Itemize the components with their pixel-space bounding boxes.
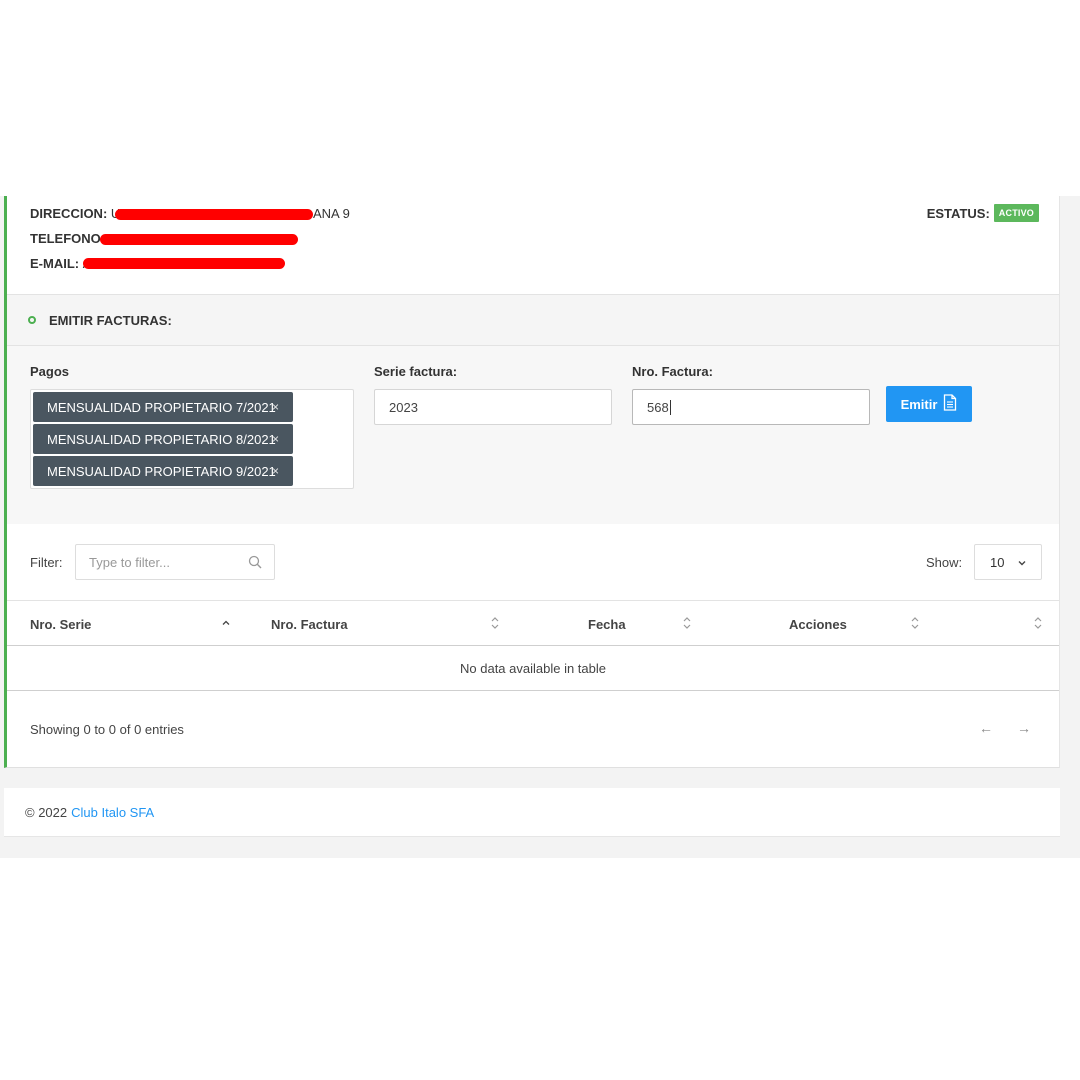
sort-both-icon[interactable] <box>910 615 920 634</box>
direccion-label: DIRECCION: <box>30 206 108 221</box>
sort-both-icon[interactable] <box>1033 615 1043 634</box>
remove-tag-icon[interactable]: × <box>272 432 279 446</box>
nro-factura-value: 568 <box>647 399 669 415</box>
status-badge: ACTIVO <box>993 204 1039 222</box>
pagos-multiselect[interactable]: MENSUALIDAD PROPIETARIO 7/2021 × MENSUAL… <box>30 389 354 489</box>
serie-value: 2023 <box>389 399 418 415</box>
serie-input[interactable]: 2023 <box>374 389 612 425</box>
filter-input[interactable]: Type to filter... <box>75 544 275 580</box>
next-page-button[interactable]: → <box>1017 720 1031 736</box>
client-card: DIRECCION: U ANA 9 TELEFONO: E-MAIL: A E… <box>4 196 1060 768</box>
redaction-mark <box>100 234 298 245</box>
emitir-section-header: EMITIR FACTURAS: <box>7 294 1059 346</box>
filter-label: Filter: <box>30 555 63 570</box>
sort-asc-icon[interactable] <box>221 615 231 634</box>
pago-tag: MENSUALIDAD PROPIETARIO 8/2021 × <box>33 424 293 454</box>
estatus-label: ESTATUS: <box>926 205 990 221</box>
remove-tag-icon[interactable]: × <box>272 400 279 414</box>
text-caret <box>669 399 671 415</box>
sort-both-icon[interactable] <box>682 615 692 634</box>
table-empty-row: No data available in table <box>7 646 1059 691</box>
filter-placeholder: Type to filter... <box>89 554 170 570</box>
direccion-suffix: ANA 9 <box>313 206 350 221</box>
column-header-nro-factura[interactable]: Nro. Factura <box>271 617 348 632</box>
table-header: Nro. Serie Nro. Factura Fecha Acciones <box>7 600 1059 646</box>
telefono-label: TELEFONO: <box>30 231 106 246</box>
page-size-value: 10 <box>990 554 1005 570</box>
search-icon <box>248 555 262 572</box>
direccion-suffix-wrap: ANA 9 <box>313 206 350 221</box>
pago-tag-label: MENSUALIDAD PROPIETARIO 8/2021 <box>47 431 276 447</box>
pagos-label: Pagos <box>30 364 70 379</box>
page-size-select[interactable]: 10 <box>974 544 1042 580</box>
pago-tag: MENSUALIDAD PROPIETARIO 7/2021 × <box>33 392 293 422</box>
serie-label: Serie factura: <box>374 364 458 379</box>
remove-tag-icon[interactable]: × <box>272 464 279 478</box>
copyright-text: © 2022 <box>25 804 68 820</box>
show-label: Show: <box>926 555 963 570</box>
prev-page-button[interactable]: ← <box>979 720 993 736</box>
footer: © 2022 Club Italo SFA <box>4 788 1060 837</box>
column-header-nro-serie[interactable]: Nro. Serie <box>30 617 91 632</box>
sort-both-icon[interactable] <box>490 615 500 634</box>
column-header-fecha[interactable]: Fecha <box>588 617 626 632</box>
section-title: EMITIR FACTURAS: <box>49 312 172 328</box>
direccion-row: DIRECCION: U <box>30 206 120 221</box>
circle-icon <box>28 316 36 324</box>
footer-link[interactable]: Club Italo SFA <box>71 805 154 820</box>
table-info: Showing 0 to 0 of 0 entries <box>30 722 184 737</box>
redaction-mark <box>115 209 313 220</box>
email-label: E-MAIL: <box>30 256 80 271</box>
pago-tag: MENSUALIDAD PROPIETARIO 9/2021 × <box>33 456 293 486</box>
column-header-acciones[interactable]: Acciones <box>789 617 847 632</box>
nro-factura-input[interactable]: 568 <box>632 389 870 425</box>
empty-message: No data available in table <box>460 660 606 676</box>
telefono-row: TELEFONO: <box>30 231 105 246</box>
nro-factura-label: Nro. Factura: <box>632 364 713 379</box>
chevron-down-icon <box>1017 556 1027 571</box>
status-group: ESTATUS: ACTIVO <box>927 204 1039 222</box>
emitir-button-label: Emitir <box>900 396 938 412</box>
emitir-button[interactable]: Emitir <box>886 386 972 422</box>
emitir-form: Pagos MENSUALIDAD PROPIETARIO 7/2021 × M… <box>7 346 1059 524</box>
document-icon <box>943 394 957 414</box>
redaction-mark <box>83 258 285 269</box>
pago-tag-label: MENSUALIDAD PROPIETARIO 7/2021 <box>47 399 276 415</box>
pago-tag-label: MENSUALIDAD PROPIETARIO 9/2021 <box>47 463 276 479</box>
